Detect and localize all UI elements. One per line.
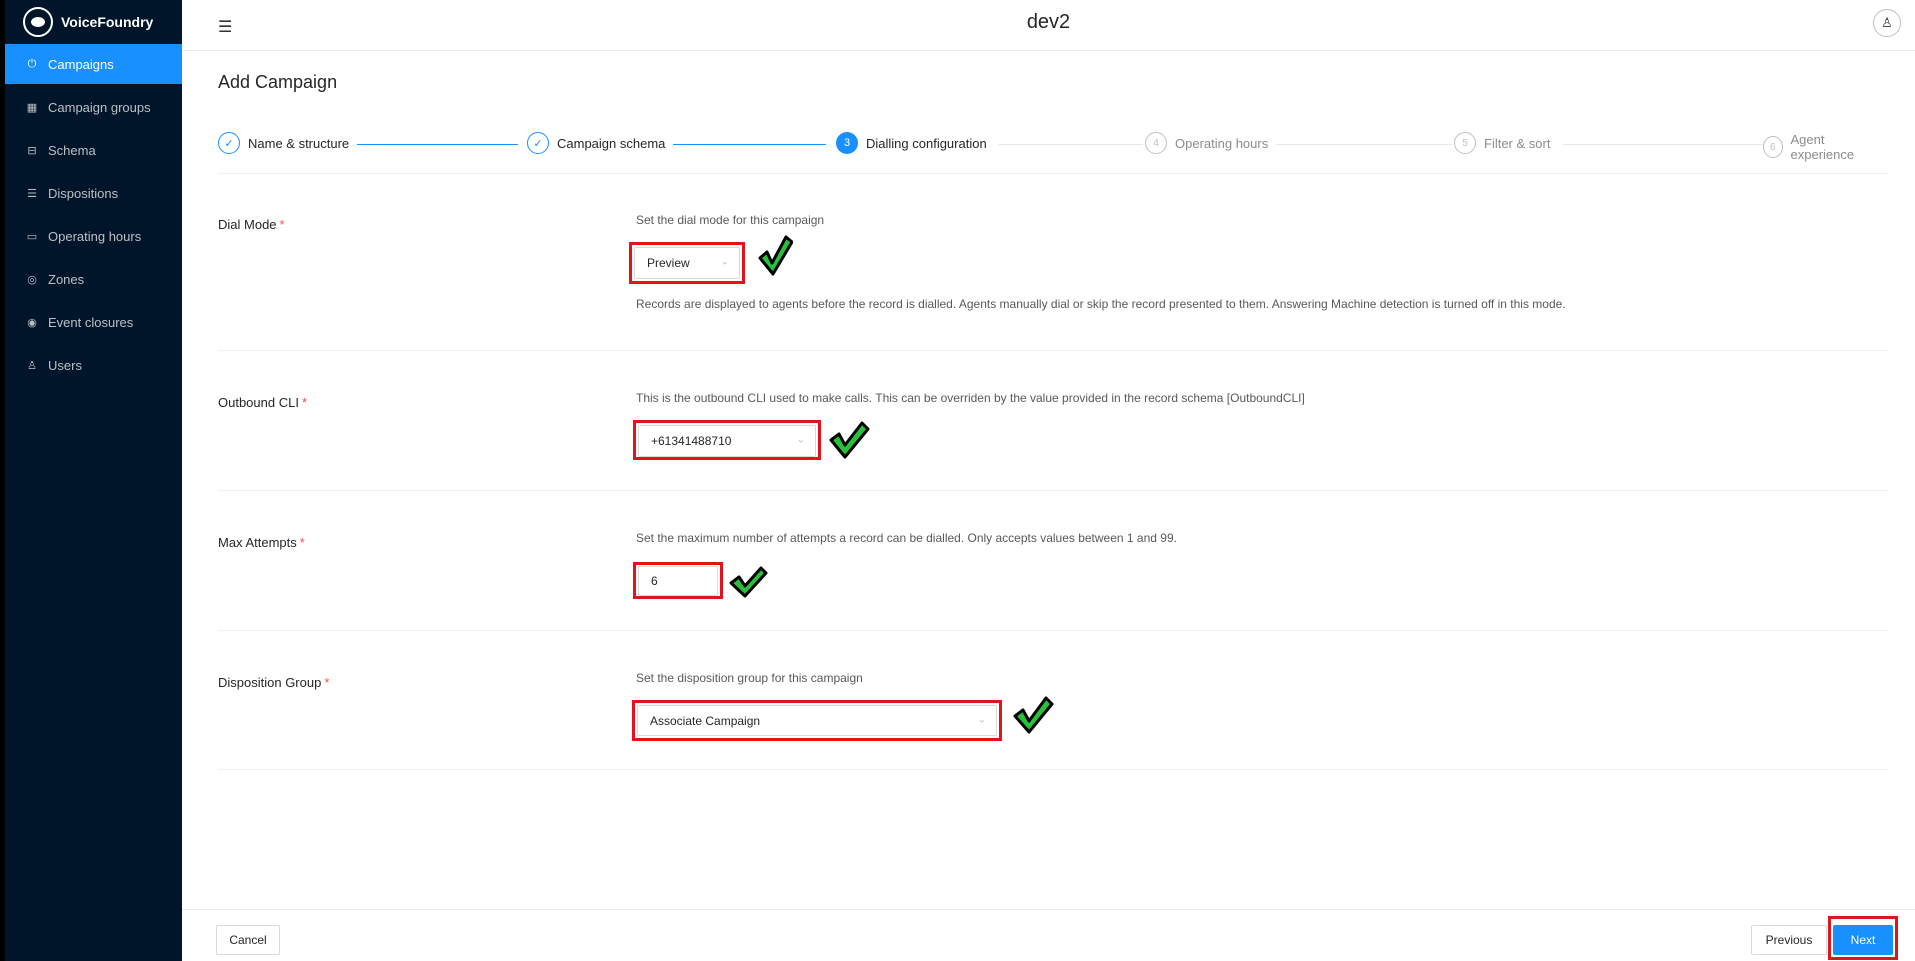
sidebar-item-label: Campaign groups	[48, 99, 151, 115]
footer-bar: Cancel Previous Next	[182, 909, 1915, 961]
step-number: 5	[1454, 132, 1476, 154]
sidebar-item-dispositions[interactable]: ☰ Dispositions	[5, 173, 182, 213]
outbound-cli-label: Outbound CLI *	[218, 395, 308, 410]
step-label: Agent experience	[1790, 132, 1855, 162]
steps-divider	[218, 173, 1887, 174]
highlight-box	[1828, 916, 1898, 960]
checkmark-icon	[758, 235, 793, 276]
sidebar-item-label: Zones	[48, 271, 85, 287]
step-label: Dialling configuration	[866, 135, 987, 151]
step-connector	[1273, 144, 1453, 145]
sidebar-item-label: Operating hours	[48, 228, 142, 244]
required-mark: *	[324, 675, 330, 690]
dial-mode-label: Dial Mode *	[218, 217, 285, 232]
step-connector	[1563, 144, 1763, 145]
sidebar-item-label: Campaigns	[48, 56, 114, 72]
sidebar-item-zones[interactable]: ◎ Zones	[5, 259, 182, 299]
required-mark: *	[279, 217, 285, 232]
group-icon: ▦	[26, 101, 38, 114]
sidebar-item-event-closures[interactable]: ◉ Event closures	[5, 302, 182, 342]
step-connector	[656, 144, 826, 145]
step-campaign-schema[interactable]: ✓ Campaign schema	[527, 132, 674, 154]
step-number: 3	[836, 132, 858, 154]
sidebar-item-schema[interactable]: ⊟ Schema	[5, 130, 182, 170]
step-agent-experience[interactable]: 6 Agent experience	[1763, 132, 1887, 162]
check-icon: ✓	[218, 132, 240, 154]
sidebar-nav: ⏻ Campaigns ▦ Campaign groups ⊟ Schema ☰…	[5, 44, 182, 385]
power-icon: ⏻	[27, 57, 37, 70]
sidebar-item-users[interactable]: ♙ Users	[5, 345, 182, 385]
row-divider	[218, 769, 1887, 770]
highlight-box	[633, 420, 821, 460]
sidebar-item-label: Dispositions	[48, 185, 119, 201]
highlight-box	[629, 242, 745, 284]
environment-title: dev2	[1026, 11, 1071, 33]
required-mark: *	[301, 395, 308, 410]
top-bar: ☰ dev2 ♙	[182, 0, 1915, 51]
row-divider	[218, 630, 1887, 631]
required-mark: *	[299, 535, 305, 550]
step-label: Operating hours	[1175, 135, 1269, 151]
step-connector	[998, 144, 1143, 145]
row-divider	[218, 490, 1887, 491]
row-divider	[218, 350, 1887, 351]
disposition-group-help: Set the disposition group for this campa…	[636, 671, 863, 685]
voicefoundry-logo-icon	[23, 7, 53, 37]
brand-name: VoiceFoundry	[61, 14, 154, 30]
checkmark-icon	[829, 421, 870, 459]
steps-bar: ✓ Name & structure ✓ Campaign schema 3 D…	[218, 132, 1887, 162]
brand[interactable]: VoiceFoundry	[5, 0, 182, 44]
step-number: 4	[1145, 132, 1167, 154]
check-icon: ✓	[527, 132, 549, 154]
sidebar-item-label: Event closures	[48, 314, 134, 330]
step-label: Filter & sort	[1484, 135, 1551, 151]
calendar-icon: ▭	[26, 230, 38, 243]
table-icon: ⊟	[27, 144, 37, 157]
sidebar-item-label: Schema	[48, 142, 96, 158]
checkmark-icon	[729, 566, 768, 598]
user-avatar-icon[interactable]: ♙	[1873, 9, 1901, 37]
location-icon: ◎	[27, 273, 37, 286]
sidebar: VoiceFoundry ⏻ Campaigns ▦ Campaign grou…	[0, 0, 182, 961]
checkmark-icon	[1013, 696, 1054, 734]
cancel-button[interactable]: Cancel	[216, 925, 280, 955]
max-attempts-help: Set the maximum number of attempts a rec…	[636, 531, 1177, 545]
step-name-structure[interactable]: ✓ Name & structure	[218, 132, 358, 154]
user-icon: ♙	[27, 359, 37, 372]
step-connector	[348, 144, 518, 145]
outbound-cli-help: This is the outbound CLI used to make ca…	[636, 391, 1305, 405]
disposition-group-label: Disposition Group *	[218, 675, 330, 690]
highlight-box	[633, 562, 723, 599]
step-operating-hours[interactable]: 4 Operating hours	[1145, 132, 1277, 154]
dial-mode-help: Set the dial mode for this campaign	[636, 213, 825, 227]
highlight-box	[632, 700, 1002, 741]
sidebar-item-operating-hours[interactable]: ▭ Operating hours	[5, 216, 182, 256]
app-root: VoiceFoundry ⏻ Campaigns ▦ Campaign grou…	[0, 0, 1915, 961]
page-title: Add Campaign	[218, 72, 338, 92]
previous-button[interactable]: Previous	[1751, 925, 1827, 955]
step-filter-sort[interactable]: 5 Filter & sort	[1454, 132, 1559, 154]
step-label: Campaign schema	[557, 135, 666, 151]
max-attempts-label: Max Attempts *	[218, 535, 305, 550]
step-number: 6	[1763, 136, 1783, 158]
sidebar-item-label: Users	[48, 357, 82, 373]
step-dialling-configuration[interactable]: 3 Dialling configuration	[836, 132, 995, 154]
sidebar-item-campaign-groups[interactable]: ▦ Campaign groups	[5, 87, 182, 127]
step-label: Name & structure	[248, 135, 350, 151]
sidebar-item-campaigns[interactable]: ⏻ Campaigns	[5, 44, 182, 84]
target-icon: ◉	[27, 316, 37, 329]
list-icon: ☰	[27, 187, 37, 200]
dial-mode-description: Records are displayed to agents before t…	[636, 297, 1566, 311]
